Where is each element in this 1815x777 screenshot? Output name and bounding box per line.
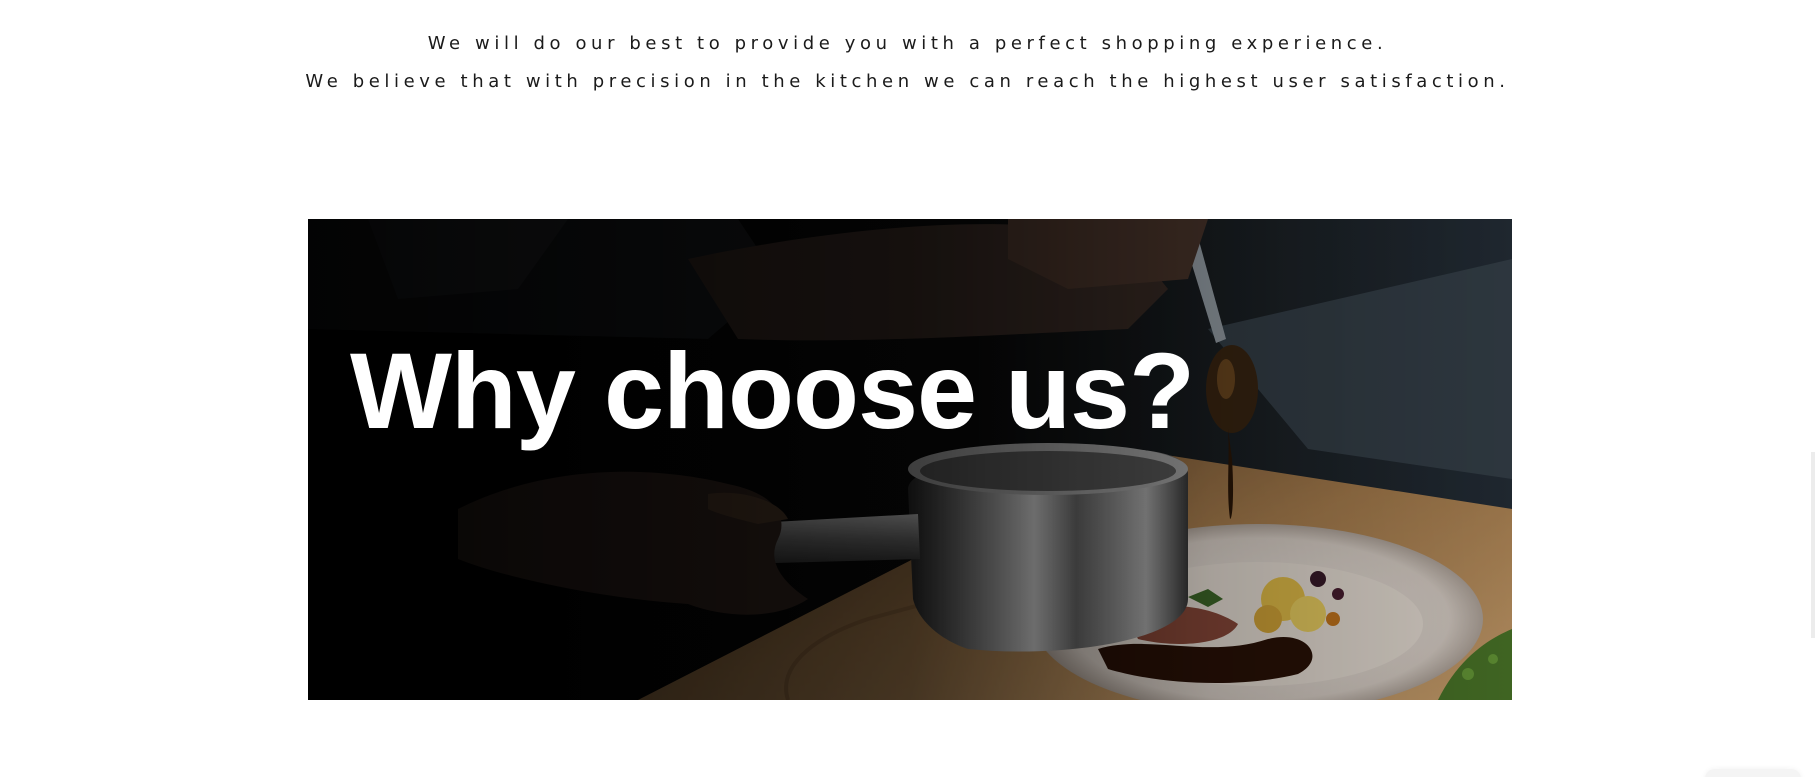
intro-text-block: We will do our best to provide you with … (0, 30, 1815, 106)
intro-line-2: We believe that with precision in the ki… (305, 71, 1510, 92)
page: We will do our best to provide you with … (0, 0, 1815, 777)
chef-plating-photo (308, 219, 1512, 700)
scrollbar-edge[interactable] (1811, 452, 1815, 638)
intro-line-1: We will do our best to provide you with … (427, 33, 1388, 54)
hero-title: Why choose us? (350, 330, 1195, 451)
why-choose-us-banner: Why choose us? (308, 219, 1512, 700)
chat-widget-tab[interactable] (1705, 769, 1801, 777)
